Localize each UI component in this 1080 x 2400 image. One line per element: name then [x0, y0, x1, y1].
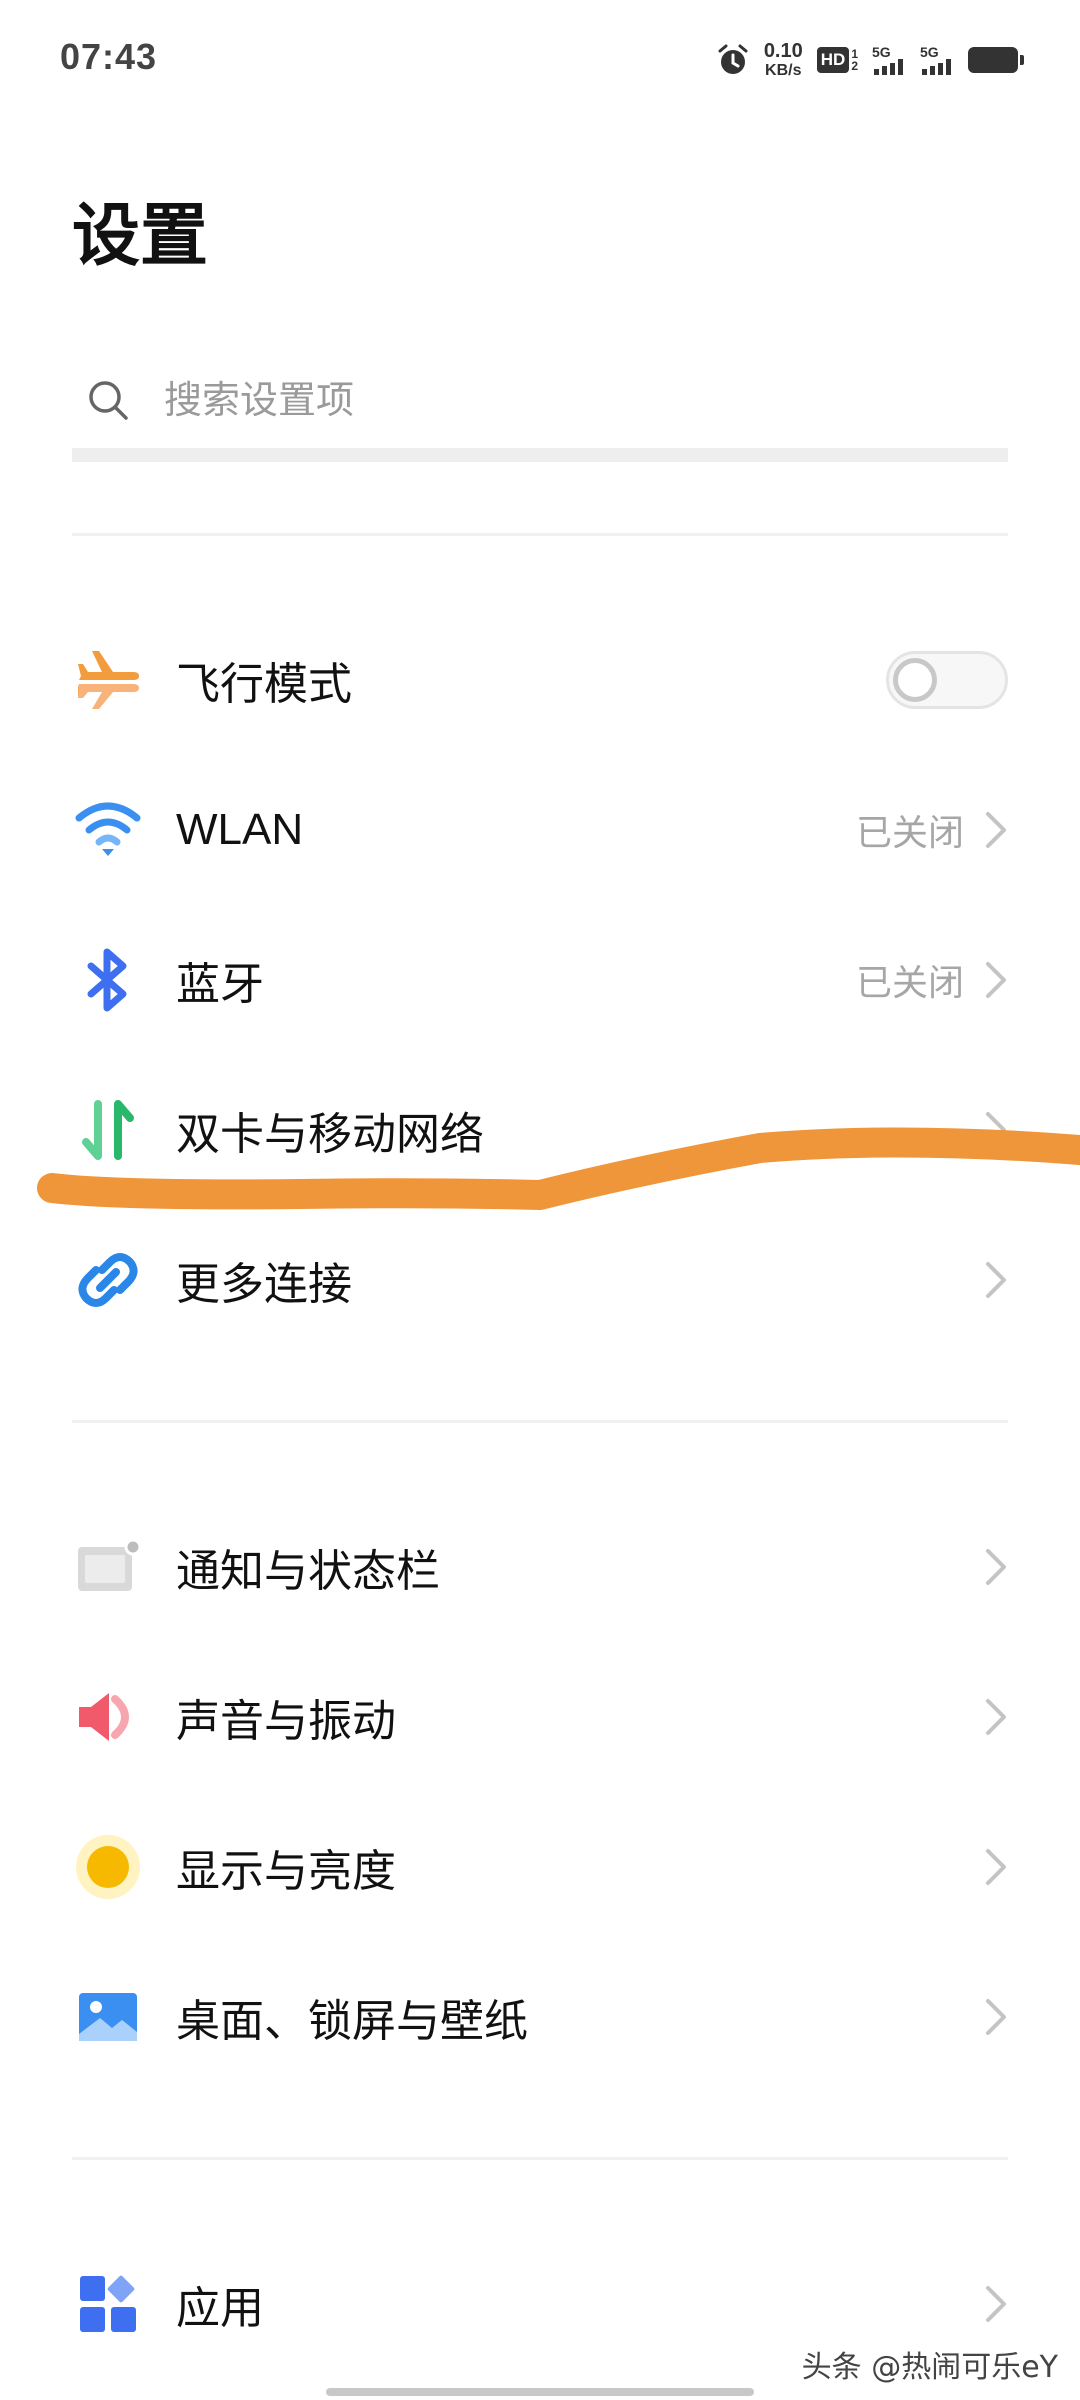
chevron-right-icon — [986, 1262, 1006, 1298]
brightness-icon — [72, 1831, 144, 1903]
net-speed-value: 0.10 — [763, 40, 803, 62]
hd-voice-icon: HD 12 — [816, 47, 858, 73]
settings-item-wallpaper[interactable]: 桌面、锁屏与壁纸 — [72, 1957, 1008, 2077]
net-speed-unit: KB/s — [765, 62, 802, 79]
wlan-status: 已关闭 — [855, 813, 964, 854]
settings-item-label: 通知与状态栏 — [176, 1546, 440, 1597]
airplane-icon — [72, 644, 144, 716]
settings-item-label: 显示与亮度 — [176, 1846, 396, 1897]
link-icon — [72, 1244, 144, 1316]
search-icon — [89, 381, 128, 420]
page-title: 设置 — [72, 197, 209, 276]
chevron-right-icon — [986, 1699, 1006, 1735]
chevron-right-icon — [986, 962, 1006, 998]
search-input[interactable] — [162, 377, 926, 423]
settings-item-wlan[interactable]: WLAN 已关闭 — [72, 770, 1008, 890]
settings-item-label: 声音与振动 — [176, 1696, 396, 1747]
divider — [72, 1420, 1008, 1423]
settings-item-label: WLAN — [176, 805, 304, 854]
toggle-knob — [893, 658, 937, 702]
mobile-data-icon — [72, 1094, 144, 1166]
divider — [72, 2157, 1008, 2160]
battery-icon — [968, 47, 1024, 73]
settings-item-dual-sim-mobile-network[interactable]: 双卡与移动网络 — [72, 1070, 1008, 1190]
chevron-right-icon — [986, 812, 1006, 848]
settings-item-bluetooth[interactable]: 蓝牙 已关闭 — [72, 920, 1008, 1040]
net-speed: 0.10 KB/s — [764, 41, 803, 79]
search-bar[interactable] — [72, 352, 1008, 462]
chevron-right-icon — [986, 1999, 1006, 2035]
chevron-right-icon — [986, 1549, 1006, 1585]
chevron-right-icon — [986, 2286, 1006, 2322]
status-bar: 07:43 0.10 KB/s HD 12 5G 5G — [0, 0, 1080, 120]
apps-icon — [72, 2268, 144, 2340]
settings-item-label: 双卡与移动网络 — [176, 1109, 484, 1160]
settings-item-label: 更多连接 — [176, 1259, 352, 1310]
settings-item-label: 蓝牙 — [176, 959, 264, 1010]
home-indicator[interactable] — [326, 2388, 754, 2396]
settings-item-sound-vibration[interactable]: 声音与振动 — [72, 1657, 1008, 1777]
signal-icon-sim1: 5G — [872, 45, 906, 75]
settings-item-display-brightness[interactable]: 显示与亮度 — [72, 1807, 1008, 1927]
settings-item-label: 应用 — [176, 2283, 264, 2334]
hd-label: HD — [816, 47, 850, 73]
bluetooth-icon — [72, 944, 144, 1016]
hd-bottom: 2 — [851, 59, 858, 73]
watermark: 头条 @热闹可乐eY — [801, 2350, 1058, 2385]
chevron-right-icon — [986, 1112, 1006, 1148]
signal-icon-sim2: 5G — [920, 45, 954, 75]
chevron-right-icon — [986, 1849, 1006, 1885]
speaker-icon — [72, 1681, 144, 1753]
settings-item-label: 桌面、锁屏与壁纸 — [176, 1996, 528, 2047]
divider — [72, 533, 1008, 536]
alarm-icon — [718, 44, 748, 74]
settings-item-notifications-status-bar[interactable]: 通知与状态栏 — [72, 1507, 1008, 1627]
notification-icon — [72, 1531, 144, 1603]
settings-item-label: 飞行模式 — [176, 659, 352, 710]
status-time: 07:43 — [60, 36, 158, 77]
wallpaper-icon — [72, 1981, 144, 2053]
settings-item-more-connections[interactable]: 更多连接 — [72, 1220, 1008, 1340]
status-icons: 0.10 KB/s HD 12 5G 5G — [716, 38, 1024, 82]
bluetooth-status: 已关闭 — [855, 963, 964, 1004]
wifi-icon — [72, 794, 144, 866]
airplane-mode-toggle[interactable] — [886, 651, 1008, 709]
sim2-network: 5G — [920, 44, 939, 60]
sim1-network: 5G — [872, 44, 891, 60]
settings-item-airplane-mode[interactable]: 飞行模式 — [72, 620, 1008, 740]
